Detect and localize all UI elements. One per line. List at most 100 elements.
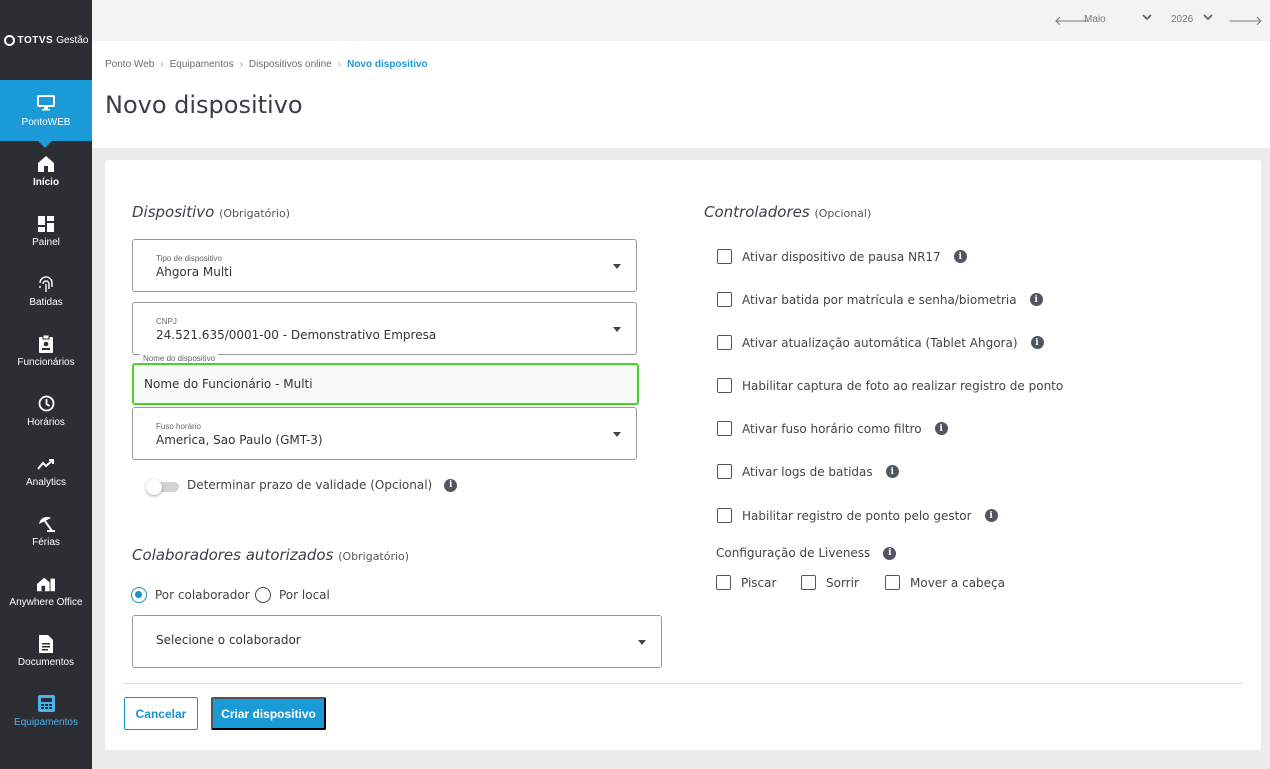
checkbox[interactable]: [885, 575, 900, 590]
checkbox-label: Ativar atualização automática (Tablet Ah…: [742, 335, 1018, 350]
sidebar-item-label: Documentos: [17, 656, 75, 668]
info-icon[interactable]: i: [984, 509, 998, 522]
option-matricula-senha[interactable]: Ativar batida por matrícula e senha/biom…: [717, 292, 1043, 307]
checkbox[interactable]: [717, 508, 732, 523]
sidebar-item-analytics[interactable]: Analytics: [0, 441, 92, 501]
brand-logo[interactable]: TOTVS Gestão: [0, 0, 92, 80]
collaborator-select[interactable]: Selecione o colaborador: [132, 615, 662, 668]
info-icon[interactable]: i: [953, 250, 967, 263]
badge-icon: [37, 334, 55, 353]
checkbox-label: Ativar batida por matrícula e senha/biom…: [742, 292, 1017, 307]
section-title-text: Colaboradores autorizados: [132, 546, 334, 564]
sidebar-item-pontoweb[interactable]: PontoWEB: [0, 80, 92, 148]
checkbox[interactable]: [717, 464, 732, 479]
toggle-knob: [146, 479, 162, 495]
chevron-down-icon[interactable]: [1203, 12, 1213, 25]
totvs-logo-icon: [3, 34, 15, 46]
breadcrumb-current: Novo dispositivo: [347, 59, 428, 70]
year-select[interactable]: 2026: [1171, 14, 1193, 25]
checkbox[interactable]: [717, 378, 732, 393]
option-registro-gestor[interactable]: Habilitar registro de ponto pelo gestor …: [717, 508, 998, 523]
sidebar-item-funcionarios[interactable]: Funcionários: [0, 321, 92, 381]
option-captura-foto[interactable]: Habilitar captura de foto ao realizar re…: [717, 378, 1063, 393]
radio-button-checked[interactable]: [131, 587, 147, 603]
section-title-text: Controladores: [704, 203, 810, 221]
sidebar-item-label: Analytics: [25, 476, 66, 488]
cnpj-select[interactable]: CNPJ 24.521.635/0001-00 - Demonstrativo …: [132, 302, 637, 355]
checkbox-label: Sorrir: [826, 575, 859, 590]
breadcrumb-link[interactable]: Equipamentos: [170, 59, 234, 70]
checkbox-label: Ativar dispositivo de pausa NR17: [742, 249, 941, 264]
sidebar-item-batidas[interactable]: Batidas: [0, 261, 92, 321]
checkbox[interactable]: [717, 249, 732, 264]
sidebar-item-label: Férias: [32, 536, 60, 548]
sidebar-item-equipamentos[interactable]: Equipamentos: [0, 681, 92, 741]
trend-icon: [37, 455, 55, 473]
info-icon[interactable]: i: [1029, 293, 1043, 306]
device-name-label: Nome do dispositivo: [140, 354, 219, 363]
checkbox[interactable]: [716, 575, 731, 590]
checkbox[interactable]: [717, 335, 732, 350]
beach-umbrella-icon: [37, 515, 55, 533]
option-atualizacao-automatica[interactable]: Ativar atualização automática (Tablet Ah…: [717, 335, 1044, 350]
timezone-select[interactable]: Fuso horário America, Sao Paulo (GMT-3): [132, 407, 637, 460]
section-title-controladores: Controladores (Opcional): [704, 203, 871, 221]
info-icon[interactable]: i: [885, 465, 899, 478]
breadcrumb-link[interactable]: Ponto Web: [105, 59, 154, 70]
info-icon[interactable]: i: [934, 422, 948, 435]
option-pausa-nr17[interactable]: Ativar dispositivo de pausa NR17 i: [717, 249, 967, 264]
checkbox[interactable]: [717, 421, 732, 436]
info-icon[interactable]: i: [444, 478, 458, 492]
sidebar-item-inicio[interactable]: Início: [0, 141, 92, 201]
chevron-down-icon[interactable]: [1142, 12, 1152, 25]
device-type-select[interactable]: Tipo de dispositivo Ahgora Multi: [132, 239, 637, 292]
section-title-colaboradores: Colaboradores autorizados (Obrigatório): [132, 546, 409, 564]
sidebar-item-ferias[interactable]: Férias: [0, 501, 92, 561]
sidebar-item-painel[interactable]: Painel: [0, 201, 92, 261]
home-icon: [37, 155, 55, 173]
validity-toggle[interactable]: [146, 479, 179, 495]
field-label: CNPJ: [156, 317, 177, 326]
liveness-mover-cabeca[interactable]: Mover a cabeça: [885, 575, 1005, 590]
home-office-icon: [37, 575, 55, 593]
cancel-button[interactable]: Cancelar: [124, 697, 198, 730]
liveness-title: Configuração de Liveness i: [716, 546, 897, 560]
section-hint: (Obrigatório): [338, 550, 410, 563]
liveness-sorrir[interactable]: Sorrir: [801, 575, 859, 590]
section-title-dispositivo: Dispositivo (Obrigatório): [132, 203, 290, 221]
info-icon[interactable]: i: [883, 546, 897, 560]
breadcrumb-link[interactable]: Dispositivos online: [249, 59, 332, 70]
checkbox[interactable]: [717, 292, 732, 307]
month-select[interactable]: Maio: [1084, 14, 1106, 25]
create-device-button[interactable]: Criar dispositivo: [211, 697, 326, 730]
radio-por-local[interactable]: Por local: [255, 587, 330, 603]
validity-label: Determinar prazo de validade (Opcional): [187, 478, 433, 492]
checkbox-label: Habilitar captura de foto ao realizar re…: [742, 378, 1064, 393]
device-name-input[interactable]: Nome do Funcionário - Multi: [132, 363, 639, 405]
checkbox[interactable]: [801, 575, 816, 590]
option-fuso-filtro[interactable]: Ativar fuso horário como filtro i: [717, 421, 948, 436]
section-hint: (Opcional): [814, 207, 872, 220]
breadcrumb-separator: ›: [239, 59, 243, 70]
sidebar-item-label: Anywhere Office: [9, 596, 83, 608]
field-label: Tipo de dispositivo: [156, 254, 222, 263]
info-icon[interactable]: i: [1030, 336, 1044, 349]
fingerprint-icon: [37, 275, 55, 293]
arrow-right-icon[interactable]: 🡒: [1228, 13, 1263, 29]
dropdown-caret-icon: [613, 326, 621, 332]
option-logs-batidas[interactable]: Ativar logs de batidas i: [717, 464, 899, 479]
checkbox-label: Ativar logs de batidas: [742, 464, 873, 479]
breadcrumb-separator: ›: [160, 59, 164, 70]
radio-por-colaborador[interactable]: Por colaborador: [131, 587, 250, 603]
liveness-piscar[interactable]: Piscar: [716, 575, 776, 590]
sidebar-item-anywhere-office[interactable]: Anywhere Office: [0, 561, 92, 621]
sidebar-item-horarios[interactable]: Horários: [0, 381, 92, 441]
radio-button[interactable]: [255, 587, 271, 603]
page-header: Ponto Web › Equipamentos › Dispositivos …: [92, 41, 1270, 148]
field-value: Ahgora Multi: [156, 265, 233, 279]
sidebar-item-documentos[interactable]: Documentos: [0, 621, 92, 681]
brand-suffix: Gestão: [56, 34, 89, 46]
dropdown-caret-icon: [613, 431, 621, 437]
sidebar-item-label: Horários: [27, 416, 65, 428]
sidebar-item-label: Painel: [32, 236, 60, 248]
